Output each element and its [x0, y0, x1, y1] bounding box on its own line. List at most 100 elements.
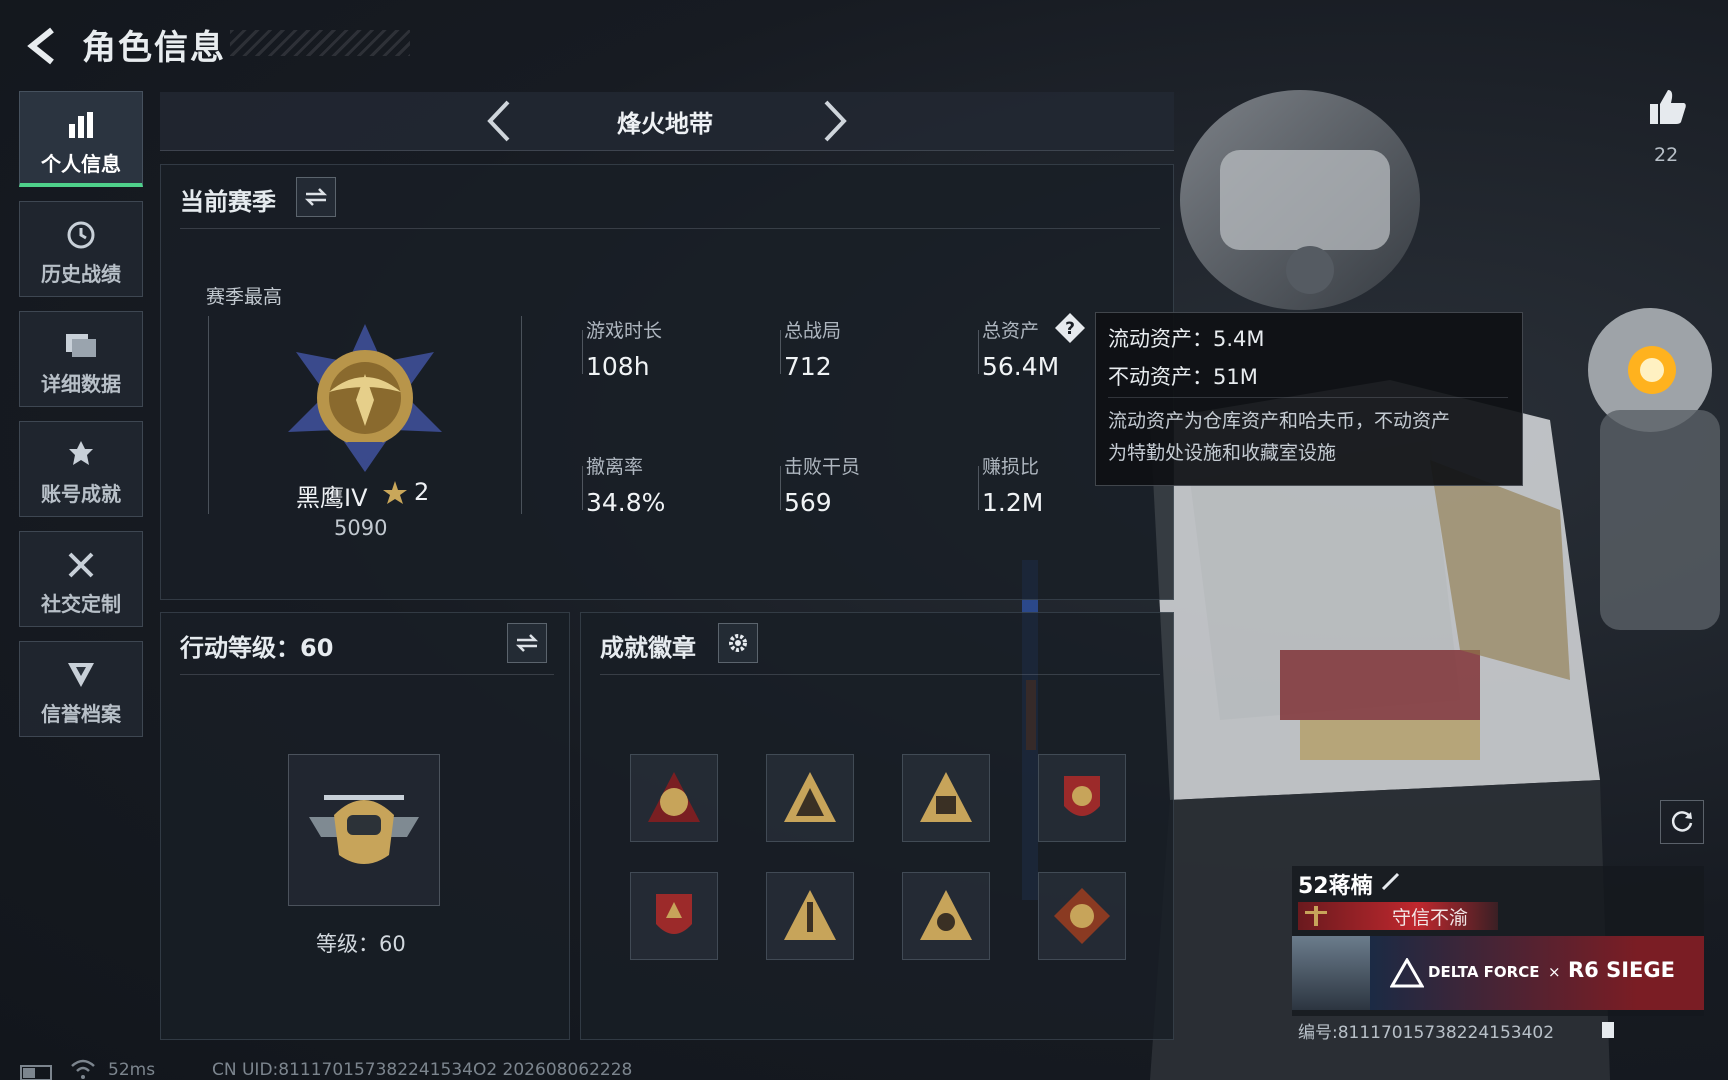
sidebar-item-personal-info[interactable]: 个人信息 — [19, 91, 143, 187]
bar-chart-icon — [69, 112, 93, 138]
badge-icon — [648, 772, 700, 822]
badge-icon — [920, 890, 972, 940]
asset-tooltip: 流动资产：5.4M 不动资产：51M 流动资产为仓库资产和哈夫币，不动资产 为特… — [1095, 312, 1523, 486]
shield-emblem-icon — [68, 663, 94, 687]
rank-emblem-icon — [288, 324, 442, 472]
gear-icon — [729, 634, 747, 652]
sidebar-item-label: 账号成就 — [41, 482, 121, 506]
history-clock-icon — [67, 221, 95, 249]
uid-text: CN UID:811170157382241534O2 202608062228 — [212, 1060, 633, 1080]
stat-label-kills: 击败干员 — [784, 456, 861, 478]
help-question-icon[interactable]: ? — [1054, 312, 1086, 344]
stat-value-kills: 569 — [784, 488, 832, 517]
stat-value-matches: 712 — [784, 352, 832, 381]
achievement-badge[interactable] — [1038, 754, 1126, 842]
wrench-screwdriver-icon — [68, 552, 94, 578]
sidebar-item-label: 社交定制 — [41, 592, 121, 616]
sidebar-item-achievements[interactable]: 账号成就 — [19, 421, 143, 517]
next-mode-chevron-icon[interactable] — [820, 98, 850, 144]
stat-value-playtime: 108h — [586, 352, 650, 381]
svg-text:?: ? — [1065, 319, 1075, 339]
delta-logo-icon — [1390, 958, 1424, 988]
stat-value-assets: 56.4M — [982, 352, 1060, 381]
sidebar-item-history[interactable]: 历史战绩 — [19, 201, 143, 297]
badge-icon — [784, 772, 836, 822]
level-text: 等级：60 — [316, 932, 406, 956]
copy-icon[interactable] — [1598, 1020, 1616, 1040]
action-level-switch-button[interactable] — [507, 623, 547, 663]
achievements-settings-button[interactable] — [718, 623, 758, 663]
achievement-badge[interactable] — [902, 754, 990, 842]
prev-mode-chevron-icon[interactable] — [484, 98, 514, 144]
avatar[interactable] — [1292, 936, 1370, 1010]
stat-divider — [582, 330, 583, 374]
banner-x: × — [1548, 963, 1561, 981]
badge-icon — [1064, 776, 1100, 816]
badge-icon — [656, 894, 692, 934]
stat-label-matches: 总战局 — [784, 320, 842, 342]
tooltip-divider — [1108, 397, 1508, 398]
season-header: 当前赛季 — [180, 188, 276, 216]
season-switch-button[interactable] — [296, 177, 336, 217]
stat-label-playtime: 游戏时长 — [586, 320, 663, 342]
sidebar-item-label: 个人信息 — [41, 152, 121, 176]
scales-icon — [1305, 906, 1327, 926]
banner-brand: DELTA FORCE — [1428, 963, 1540, 981]
rotate-icon — [1671, 811, 1693, 832]
stat-divider — [978, 466, 979, 510]
achievement-badge[interactable] — [630, 754, 718, 842]
achievement-badge[interactable] — [766, 872, 854, 960]
player-id: 编号:811170157382241534​02 — [1298, 1023, 1555, 1043]
back-arrow-icon[interactable] — [22, 26, 62, 66]
tooltip-desc-line1: 流动资产为仓库资产和哈夫币，不动资产 — [1108, 410, 1451, 432]
title-decoration — [230, 30, 410, 56]
stat-divider — [780, 330, 781, 374]
sidebar-item-label: 历史战绩 — [41, 262, 121, 286]
season-best-label: 赛季最高 — [206, 286, 283, 308]
mode-label: 烽火地带 — [617, 110, 713, 138]
sidebar-item-label: 信誉档案 — [41, 702, 121, 726]
level-emblem-frame — [288, 754, 440, 906]
edit-pencil-icon[interactable] — [1380, 870, 1402, 892]
stat-label-assets: 总资产 — [982, 320, 1040, 342]
helicopter-emblem-icon — [309, 795, 419, 864]
rank-stars: 2 — [414, 478, 430, 506]
rotate-button[interactable] — [1660, 800, 1704, 844]
season-divider — [180, 228, 1160, 229]
sidebar-item-details[interactable]: 详细数据 — [19, 311, 143, 407]
action-level-header: 行动等级：60 — [180, 634, 334, 662]
battery-icon — [20, 1065, 52, 1080]
player-name: 52蒋楠 — [1298, 874, 1373, 899]
banner-collab: R6 SIEGE — [1568, 958, 1675, 982]
achievements-header: 成就徽章 — [600, 634, 696, 662]
sidebar-item-social[interactable]: 社交定制 — [19, 531, 143, 627]
thumbs-up-icon[interactable] — [1648, 88, 1688, 128]
achievement-badge[interactable] — [902, 872, 990, 960]
action-level-divider — [180, 674, 554, 675]
badge-icon — [784, 890, 836, 940]
ping-text: 52ms — [108, 1060, 156, 1080]
achievement-badge[interactable] — [630, 872, 718, 960]
stat-label-extract-rate: 撤离率 — [586, 456, 644, 478]
achievement-badge[interactable] — [1038, 872, 1126, 960]
stat-divider — [582, 466, 583, 510]
stat-value-extract-rate: 34.8% — [586, 488, 666, 517]
achievement-badge[interactable] — [766, 754, 854, 842]
folder-icon — [66, 334, 96, 357]
stat-label-profit-ratio: 赚损比 — [982, 456, 1040, 478]
medal-icon — [69, 441, 93, 465]
player-title: 守信不渝 — [1392, 907, 1469, 929]
stat-divider — [780, 466, 781, 510]
tooltip-liquid-assets: 流动资产：5.4M — [1108, 327, 1265, 351]
sidebar-item-credit[interactable]: 信誉档案 — [19, 641, 143, 737]
tooltip-fixed-assets: 不动资产：51M — [1108, 365, 1258, 389]
stat-value-profit-ratio: 1.2M — [982, 488, 1044, 517]
sidebar-item-label: 详细数据 — [41, 372, 121, 396]
swap-arrows-icon — [515, 634, 539, 652]
achievements-divider — [600, 674, 1160, 675]
stat-divider — [978, 330, 979, 374]
badge-icon — [1054, 888, 1110, 944]
rank-score: 5090 — [334, 516, 388, 540]
swap-arrows-icon — [304, 188, 328, 206]
page-title: 角色信息 — [82, 28, 226, 68]
